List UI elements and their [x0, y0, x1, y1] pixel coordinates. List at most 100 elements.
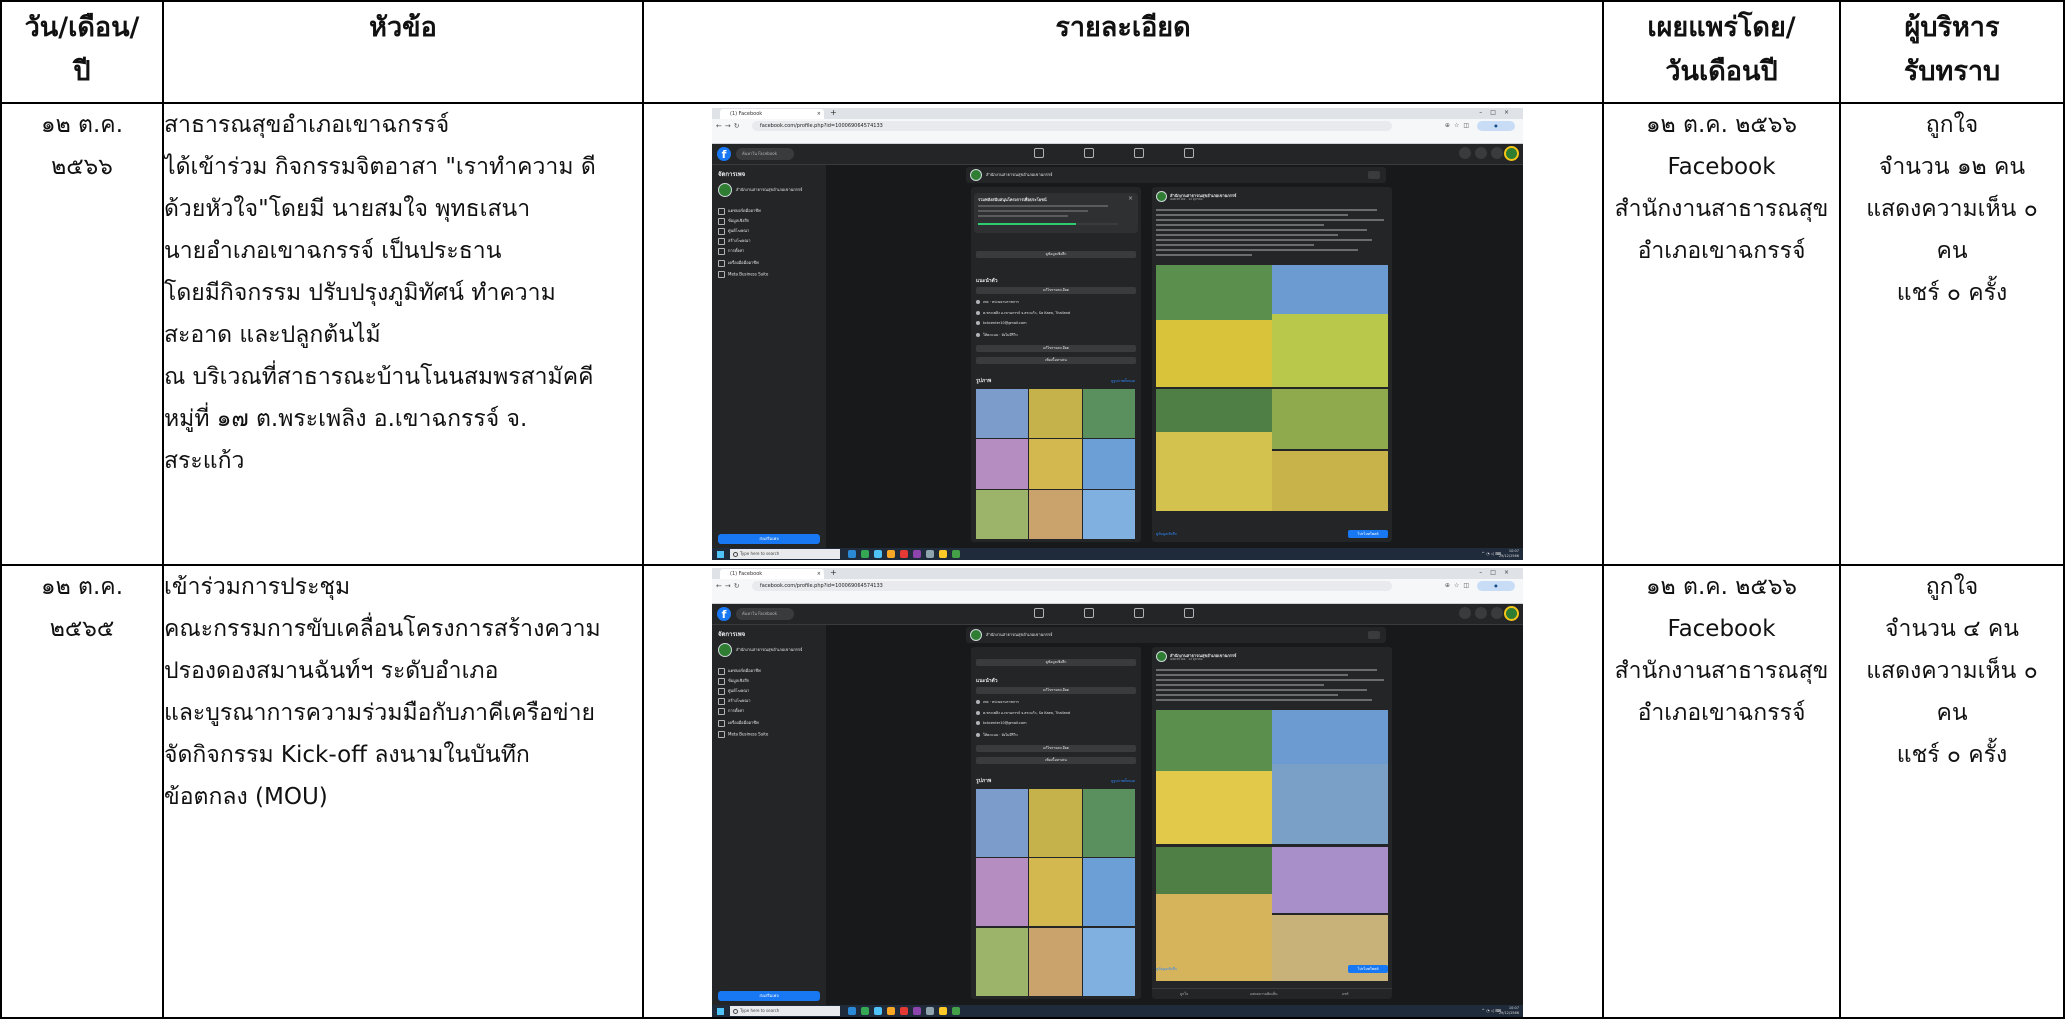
left-nav-item[interactable]: สร้างโฆษณา [718, 697, 751, 705]
left-nav-item[interactable]: ศูนย์โฆษณา [718, 687, 749, 695]
close-icon[interactable]: × [817, 109, 821, 119]
close-icon[interactable]: × [817, 569, 821, 579]
ad-icon[interactable] [1134, 608, 1144, 618]
left-nav-item[interactable]: เครื่องมือมืออาชีพ [718, 259, 759, 267]
left-nav-item[interactable]: การตั้งค่า [718, 707, 744, 715]
insights-link[interactable]: ดูข้อมูลเชิงลึก [1156, 531, 1177, 537]
left-nav-item[interactable]: สร้างโฆษณา [718, 237, 751, 245]
profile-button[interactable]: ● [1477, 581, 1515, 591]
new-tab-icon[interactable]: + [830, 568, 837, 578]
boost-button[interactable]: โปรโมทโพสต์ [1348, 530, 1388, 538]
post-photo[interactable] [1156, 389, 1273, 511]
menu-grid-icon[interactable] [1459, 147, 1471, 159]
taskbar-app-icon[interactable] [861, 1007, 869, 1015]
more-options-icon[interactable] [1368, 171, 1380, 179]
megaphone-icon[interactable] [1184, 148, 1194, 158]
taskbar-app-icon[interactable] [952, 550, 960, 558]
taskbar-app-icon[interactable] [913, 1007, 921, 1015]
taskbar-app-icon[interactable] [900, 550, 908, 558]
left-nav-item[interactable]: ข้อมูลเชิงลึก [718, 217, 749, 225]
back-forward-reload-icon[interactable]: ←→↻ [716, 581, 743, 591]
edit-details-button[interactable]: แก้ไขรายละเอียด [976, 287, 1136, 294]
photos-link[interactable]: ดูรูปภาพทั้งหมด [1111, 378, 1135, 384]
post-photo[interactable] [1271, 265, 1388, 387]
bell-icon[interactable] [1491, 607, 1503, 619]
left-nav-item[interactable]: Meta Business Suite [718, 731, 768, 738]
edit-details-button[interactable]: แก้ไขรายละเอียด [976, 345, 1136, 352]
post-photo[interactable] [1156, 265, 1273, 387]
taskbar-app-icon[interactable] [887, 550, 895, 558]
ad-icon[interactable] [1134, 148, 1144, 158]
more-options-icon[interactable] [1368, 631, 1380, 639]
sidebar-page[interactable]: สำนักงานสาธารณสุขอำเภอเขาฉกรรจ์ [718, 643, 822, 657]
post-photo[interactable] [1271, 846, 1388, 913]
messenger-icon[interactable] [1475, 607, 1487, 619]
close-icon[interactable]: × [1128, 195, 1133, 202]
profile-button[interactable]: ● [1477, 121, 1515, 131]
window-controls[interactable]: –□× [1479, 568, 1517, 578]
post-photo[interactable] [1271, 389, 1388, 449]
intro-action-button[interactable]: ดูข้อมูลเชิงลึก [976, 659, 1136, 666]
browser-tab[interactable]: (1) Facebook × [720, 569, 824, 579]
featured-button[interactable]: เพิ่มเนื้อหาเด่น [976, 757, 1136, 764]
promote-page-button[interactable]: ส่งเสริมเพจ [718, 991, 820, 1001]
edit-details-button[interactable]: แก้ไขรายละเอียด [976, 687, 1136, 694]
megaphone-icon[interactable] [1184, 608, 1194, 618]
avatar[interactable] [1504, 606, 1519, 621]
left-nav-item[interactable]: ข้อมูลเชิงลึก [718, 677, 749, 685]
address-bar[interactable]: facebook.com/profile.php?id=100069064574… [752, 121, 1392, 131]
facebook-search[interactable]: ค้นหาใน Facebook [736, 608, 794, 620]
taskbar-app-icon[interactable] [926, 550, 934, 558]
taskbar-app-icon[interactable] [848, 550, 856, 558]
avatar[interactable] [1504, 146, 1519, 161]
left-nav-item[interactable]: Meta Business Suite [718, 271, 768, 278]
boost-button[interactable]: โปรโมทโพสต์ [1348, 965, 1388, 973]
windows-start-icon[interactable] [717, 551, 724, 558]
post-photo[interactable] [1271, 710, 1388, 845]
left-nav-item[interactable]: แดชบอร์ดมืออาชีพ [718, 667, 761, 675]
home-icon[interactable] [1034, 148, 1044, 158]
taskbar-app-icon[interactable] [939, 550, 947, 558]
messenger-icon[interactable] [1475, 147, 1487, 159]
facebook-logo-icon[interactable]: f [717, 607, 731, 621]
featured-button[interactable]: เพิ่มเนื้อหาเด่น [976, 357, 1136, 364]
share-button[interactable]: แชร์ [1342, 989, 1349, 999]
address-bar[interactable]: facebook.com/profile.php?id=100069064574… [752, 581, 1392, 591]
bell-icon[interactable] [1491, 147, 1503, 159]
flag-icon[interactable] [1084, 608, 1094, 618]
insights-link[interactable]: ดูข้อมูลเชิงลึก [1156, 966, 1177, 972]
facebook-search[interactable]: ค้นหาใน Facebook [736, 148, 794, 160]
taskbar-app-icon[interactable] [874, 1007, 882, 1015]
menu-grid-icon[interactable] [1459, 607, 1471, 619]
post-photo[interactable] [1156, 710, 1273, 845]
like-button[interactable]: ถูกใจ [1180, 989, 1188, 999]
taskbar-app-icon[interactable] [900, 1007, 908, 1015]
toolbar-actions-icon[interactable]: ⊕☆◫ [1445, 121, 1473, 131]
sidebar-page[interactable]: สำนักงานสาธารณสุขอำเภอเขาฉกรรจ์ [718, 183, 822, 197]
photos-link[interactable]: ดูรูปภาพทั้งหมด [1111, 778, 1135, 784]
taskbar-app-icon[interactable] [952, 1007, 960, 1015]
left-nav-item[interactable]: การตั้งค่า [718, 247, 744, 255]
left-nav-item[interactable]: เครื่องมือมืออาชีพ [718, 719, 759, 727]
taskbar-app-icon[interactable] [939, 1007, 947, 1015]
browser-tab[interactable]: (1) Facebook × [720, 109, 824, 119]
windows-start-icon[interactable] [717, 1008, 724, 1015]
taskbar-search[interactable]: Type here to search [730, 549, 840, 559]
taskbar-app-icon[interactable] [913, 550, 921, 558]
left-nav-item[interactable]: แดชบอร์ดมืออาชีพ [718, 207, 761, 215]
left-nav-item[interactable]: ศูนย์โฆษณา [718, 227, 749, 235]
promote-page-button[interactable]: ส่งเสริมเพจ [718, 534, 820, 544]
taskbar-app-icon[interactable] [848, 1007, 856, 1015]
taskbar-app-icon[interactable] [861, 550, 869, 558]
toolbar-actions-icon[interactable]: ⊕☆◫ [1445, 581, 1473, 591]
intro-action-button[interactable]: ดูข้อมูลเชิงลึก [976, 251, 1136, 258]
post-photo[interactable] [1156, 846, 1273, 982]
taskbar-app-icon[interactable] [874, 550, 882, 558]
edit-details-button[interactable]: แก้ไขรายละเอียด [976, 745, 1136, 752]
window-controls[interactable]: –□× [1479, 108, 1517, 118]
home-icon[interactable] [1034, 608, 1044, 618]
post-photo[interactable] [1271, 451, 1388, 511]
flag-icon[interactable] [1084, 148, 1094, 158]
taskbar-app-icon[interactable] [926, 1007, 934, 1015]
comment-button[interactable]: แสดงความคิดเห็น [1250, 989, 1277, 999]
